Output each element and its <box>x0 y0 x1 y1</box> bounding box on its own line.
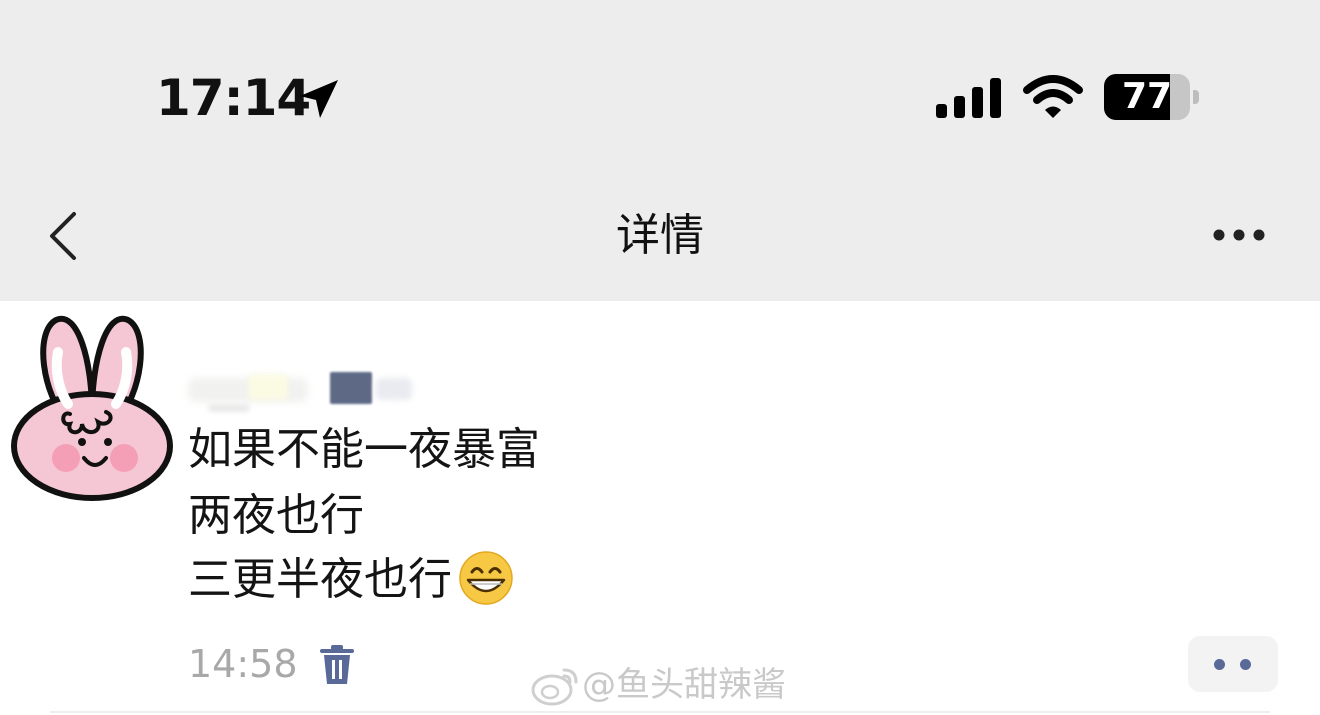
location-arrow-icon <box>300 80 338 118</box>
blur-patch <box>208 404 250 412</box>
dot <box>1240 659 1251 670</box>
watermark-text: @鱼头甜辣酱 <box>582 665 786 705</box>
dot <box>1214 659 1225 670</box>
top-bar: 17:14 77 详情 <box>0 0 1320 301</box>
blur-patch <box>330 372 372 404</box>
divider <box>50 711 1270 713</box>
battery-level: 77 <box>1121 76 1173 117</box>
post-text-line: 三更半夜也行 <box>188 554 452 605</box>
cellular-signal-icon <box>936 78 1001 118</box>
grinning-face-icon <box>459 551 513 605</box>
watermark: @鱼头甜辣酱 <box>530 660 800 712</box>
more-horizontal-icon[interactable] <box>1210 224 1268 246</box>
blur-patch <box>376 378 412 400</box>
battery-icon: 77 <box>1104 74 1200 120</box>
post-text-line-with-emoji: 三更半夜也行 <box>188 550 514 608</box>
author-name-blurred[interactable] <box>188 370 418 414</box>
status-time: 17:14 <box>156 69 311 127</box>
weibo-logo-icon <box>531 668 578 706</box>
post-time: 14:58 <box>188 642 298 686</box>
post-text-line: 两夜也行 <box>188 490 364 541</box>
blur-patch <box>248 374 288 400</box>
avatar[interactable] <box>8 312 176 504</box>
page-title: 详情 <box>616 210 704 261</box>
more-dots-icon[interactable] <box>1188 636 1278 692</box>
post-text-line: 如果不能一夜暴富 <box>188 424 540 475</box>
wifi-icon <box>1023 75 1083 118</box>
battery-body: 77 <box>1104 74 1190 120</box>
trash-icon[interactable] <box>318 644 356 686</box>
battery-cap <box>1193 90 1199 104</box>
